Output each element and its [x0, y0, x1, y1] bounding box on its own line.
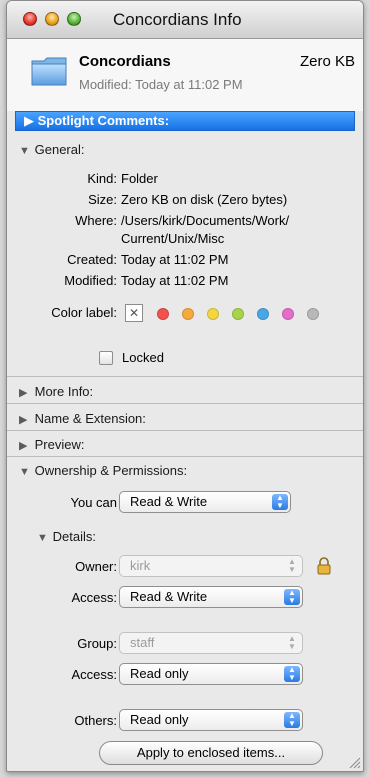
apply-enclosed-button[interactable]: Apply to enclosed items...: [99, 741, 323, 765]
name-extension-section-header[interactable]: ▶ Name & Extension:: [19, 411, 146, 426]
size-label: Size:: [88, 192, 117, 207]
popup-arrows-icon: ▲ ▼: [288, 634, 296, 651]
owner-label: Owner:: [75, 559, 117, 574]
created-value: Today at 11:02 PM: [121, 252, 229, 267]
kind-label: Kind:: [87, 171, 117, 186]
color-label-blue[interactable]: [257, 308, 269, 320]
divider: [7, 376, 363, 377]
group-access-label: Access:: [71, 667, 117, 682]
you-can-value: Read & Write: [130, 494, 208, 509]
disclosure-right-icon: ▶: [19, 414, 28, 426]
owner-access-value: Read & Write: [130, 589, 208, 604]
you-can-label: You can: [70, 495, 117, 510]
others-value: Read only: [130, 712, 189, 727]
color-label-yellow[interactable]: [207, 308, 219, 320]
group-value: staff: [130, 635, 155, 650]
popup-arrows-icon: ▲ ▼: [288, 557, 296, 574]
group-popup[interactable]: staff ▲ ▼: [119, 632, 303, 654]
owner-access-popup[interactable]: Read & Write ▲ ▼: [119, 586, 303, 608]
color-label-none[interactable]: ✕: [125, 304, 143, 322]
ownership-section-header[interactable]: ▼ Ownership & Permissions:: [19, 463, 187, 478]
group-access-value: Read only: [130, 666, 189, 681]
lock-icon[interactable]: [317, 557, 331, 575]
color-label-label: Color label:: [51, 305, 117, 320]
owner-value: kirk: [130, 558, 151, 573]
popup-arrows-icon: ▲ ▼: [284, 589, 300, 605]
spotlight-comments-label: Spotlight Comments:: [37, 113, 170, 128]
popup-arrows-icon: ▲ ▼: [284, 712, 300, 728]
where-value-continued: Current/Unix/Misc: [121, 231, 225, 246]
disclosure-down-icon: ▼: [37, 532, 48, 544]
others-popup[interactable]: Read only ▲ ▼: [119, 709, 303, 731]
disclosure-right-icon: ▶: [19, 387, 28, 399]
minimize-button[interactable]: [45, 12, 59, 26]
modified-summary: Modified: Today at 11:02 PM: [79, 77, 243, 92]
owner-access-label: Access:: [71, 590, 117, 605]
locked-checkbox[interactable]: [99, 351, 113, 365]
divider: [7, 430, 363, 431]
group-access-popup[interactable]: Read only ▲ ▼: [119, 663, 303, 685]
modified-label: Modified:: [64, 273, 117, 288]
color-label-red[interactable]: [157, 308, 169, 320]
modified-value: Today at 11:02 PM: [121, 273, 229, 288]
disclosure-down-icon: ▼: [19, 145, 30, 157]
others-label: Others:: [74, 713, 117, 728]
more-info-label: More Info:: [34, 384, 94, 399]
color-label-orange[interactable]: [182, 308, 194, 320]
where-value: /Users/kirk/Documents/Work/: [121, 213, 290, 228]
details-header[interactable]: ▼ Details:: [37, 529, 96, 544]
disclosure-right-icon: ▶: [19, 440, 28, 452]
ownership-label: Ownership & Permissions:: [34, 463, 188, 478]
resize-grip-icon[interactable]: [347, 755, 361, 769]
preview-section-header[interactable]: ▶ Preview:: [19, 437, 84, 452]
spotlight-comments-header[interactable]: ▶ Spotlight Comments:: [15, 111, 355, 131]
general-section-header[interactable]: ▼ General:: [19, 142, 85, 157]
file-name: Concordians: [79, 53, 171, 70]
window-title: Concordians Info: [113, 10, 242, 29]
name-extension-label: Name & Extension:: [34, 411, 146, 426]
disclosure-right-icon: ▶: [24, 113, 34, 128]
created-label: Created:: [67, 252, 117, 267]
general-label: General:: [34, 142, 85, 157]
more-info-section-header[interactable]: ▶ More Info:: [19, 384, 93, 399]
size-value: Zero KB on disk (Zero bytes): [121, 192, 288, 207]
locked-label: Locked: [122, 350, 164, 365]
group-label: Group:: [77, 636, 117, 651]
info-header: Concordians Zero KB Modified: Today at 1…: [7, 39, 363, 111]
close-button[interactable]: [23, 12, 37, 26]
where-label: Where:: [75, 213, 117, 228]
owner-popup[interactable]: kirk ▲ ▼: [119, 555, 303, 577]
info-window: Concordians Info Concordians Zero KB Mod…: [6, 0, 364, 772]
color-label-green[interactable]: [232, 308, 244, 320]
details-label: Details:: [52, 529, 96, 544]
disclosure-down-icon: ▼: [19, 466, 30, 478]
color-label-gray[interactable]: [307, 308, 319, 320]
you-can-popup[interactable]: Read & Write ▲ ▼: [119, 491, 291, 513]
preview-label: Preview:: [34, 437, 85, 452]
title-bar[interactable]: Concordians Info: [7, 1, 363, 39]
divider: [7, 403, 363, 404]
folder-icon: [31, 57, 67, 86]
zoom-button[interactable]: [67, 12, 81, 26]
divider: [7, 456, 363, 457]
file-size: Zero KB: [299, 53, 355, 70]
popup-arrows-icon: ▲ ▼: [284, 666, 300, 682]
popup-arrows-icon: ▲ ▼: [272, 494, 288, 510]
kind-value: Folder: [121, 171, 158, 186]
color-label-purple[interactable]: [282, 308, 294, 320]
